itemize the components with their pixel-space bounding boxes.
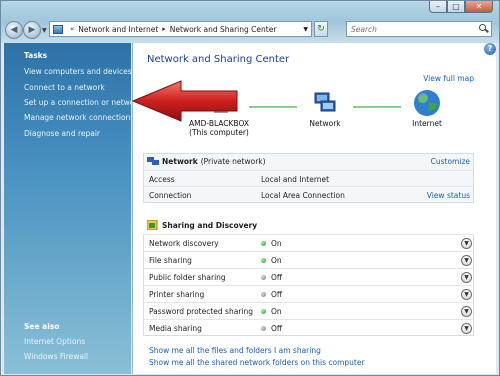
status-on-icon (261, 257, 266, 263)
this-computer-label: (This computer) (189, 128, 249, 137)
view-full-map-link[interactable]: View full map (423, 74, 474, 83)
sharing-label: Network discovery (149, 238, 219, 248)
network-row-connection: Connection Local Area Connection View st… (143, 186, 474, 203)
status-on-icon (261, 240, 266, 246)
network-name: Network (162, 156, 198, 166)
network-icon[interactable] (313, 91, 337, 113)
control-panel-icon (53, 24, 63, 34)
sharing-row-password-protected: Password protected sharing On ▼ (143, 302, 474, 319)
sharing-label: Password protected sharing (149, 306, 254, 316)
task-view-computers[interactable]: View computers and devices (24, 67, 132, 76)
sharing-state: Off (261, 324, 282, 333)
see-also-windows-firewall[interactable]: Windows Firewall (24, 352, 88, 361)
connection-value: Local Area Connection (261, 190, 345, 200)
chevron-down-icon[interactable]: ▼ (461, 254, 472, 266)
status-off-icon (261, 325, 266, 331)
status-on-icon (261, 308, 266, 314)
tasks-heading: Tasks (24, 51, 48, 60)
close-button[interactable]: ✕ (465, 1, 493, 13)
status-off-icon (261, 274, 266, 280)
minimize-button[interactable]: – (429, 1, 447, 13)
sharing-label: Printer sharing (149, 289, 205, 299)
task-setup-connection[interactable]: Set up a connection or network (24, 98, 142, 107)
show-shared-files-link[interactable]: Show me all the files and folders I am s… (149, 346, 321, 355)
sharing-state: Off (261, 273, 282, 282)
sharing-label: Public folder sharing (149, 272, 226, 282)
forward-button[interactable]: ▶ (23, 21, 41, 39)
network-type: (Private network) (200, 156, 266, 166)
breadcrumb-network-and-sharing-center[interactable]: Network and Sharing Center (170, 25, 277, 34)
network-node-label: Network (309, 119, 341, 128)
access-label: Access (149, 174, 175, 184)
sharing-row-media: Media sharing Off ▼ (143, 319, 474, 336)
sharing-state: On (261, 256, 282, 265)
page-title: Network and Sharing Center (147, 54, 290, 65)
sharing-label: Media sharing (149, 323, 202, 333)
title-bar: – □ ✕ ◀ ▶ ▼ « Network and Internet ▸ Net… (1, 1, 499, 43)
search-icon[interactable] (477, 23, 489, 35)
help-icon[interactable]: ? (484, 43, 496, 55)
access-value: Local and Internet (261, 174, 330, 184)
see-also-heading: See also (24, 322, 60, 331)
back-arrow-icon: ◀ (10, 25, 18, 35)
search-box[interactable] (346, 21, 492, 37)
task-pane: Tasks View computers and devices Connect… (4, 43, 142, 374)
history-dropdown-icon[interactable]: ▼ (42, 27, 47, 34)
state-text: On (271, 255, 282, 265)
state-text: Off (271, 289, 283, 299)
customize-link[interactable]: Customize (431, 157, 470, 166)
red-arrow-annotation (131, 80, 238, 122)
address-bar[interactable]: « Network and Internet ▸ Network and Sha… (49, 21, 312, 37)
network-section-header: Network (Private network) Customize (143, 154, 474, 168)
network-row-access: Access Local and Internet (143, 170, 474, 187)
maximize-button[interactable]: □ (447, 1, 465, 13)
state-text: On (271, 306, 282, 316)
connection-line (249, 106, 297, 108)
status-off-icon (261, 291, 266, 297)
show-shared-folders-link[interactable]: Show me all the shared network folders o… (149, 358, 365, 367)
sharing-section-header: Sharing and Discovery (143, 218, 474, 232)
connection-label: Connection (149, 190, 192, 200)
sharing-label: File sharing (149, 255, 192, 265)
task-connect-to-network[interactable]: Connect to a network (24, 83, 105, 92)
connection-line (353, 106, 401, 108)
address-dropdown-icon[interactable]: ▼ (303, 26, 308, 33)
state-text: Off (271, 323, 283, 333)
sharing-state: On (261, 307, 282, 316)
breadcrumb-network-and-internet[interactable]: Network and Internet (78, 25, 158, 34)
breadcrumb-separator-icon[interactable]: ▸ (162, 25, 166, 33)
refresh-button[interactable]: ↻ (314, 21, 328, 37)
chevron-down-icon[interactable]: ▼ (461, 271, 472, 283)
sharing-row-file-sharing: File sharing On ▼ (143, 251, 474, 268)
sharing-state: Off (261, 290, 282, 299)
window: – □ ✕ ◀ ▶ ▼ « Network and Internet ▸ Net… (0, 0, 500, 376)
chevron-down-icon[interactable]: ▼ (461, 305, 472, 317)
task-diagnose-repair[interactable]: Diagnose and repair (24, 129, 100, 138)
sharing-state: On (261, 239, 282, 248)
sharing-row-public-folder: Public folder sharing Off ▼ (143, 268, 474, 285)
state-text: Off (271, 272, 283, 282)
chevron-down-icon[interactable]: ▼ (461, 288, 472, 300)
chevron-down-icon[interactable]: ▼ (461, 322, 472, 334)
state-text: On (271, 238, 282, 248)
task-manage-connections[interactable]: Manage network connections (24, 113, 134, 122)
internet-globe-icon[interactable] (413, 89, 441, 117)
sharing-heading: Sharing and Discovery (162, 220, 258, 230)
forward-arrow-icon: ▶ (28, 25, 36, 35)
sharing-row-network-discovery: Network discovery On ▼ (143, 234, 474, 251)
refresh-icon: ↻ (317, 24, 325, 34)
view-status-link[interactable]: View status (427, 191, 470, 200)
search-input[interactable] (351, 24, 477, 34)
internet-node-label: Internet (412, 119, 442, 128)
chevron-down-icon[interactable]: ▼ (461, 237, 472, 249)
back-button[interactable]: ◀ (5, 21, 23, 39)
sharing-icon (147, 220, 158, 230)
breadcrumb-overflow-icon[interactable]: « (70, 25, 74, 33)
see-also-internet-options[interactable]: Internet Options (24, 337, 85, 346)
network-small-icon (147, 157, 159, 165)
sharing-row-printer: Printer sharing Off ▼ (143, 285, 474, 302)
window-controls: – □ ✕ (429, 1, 493, 13)
